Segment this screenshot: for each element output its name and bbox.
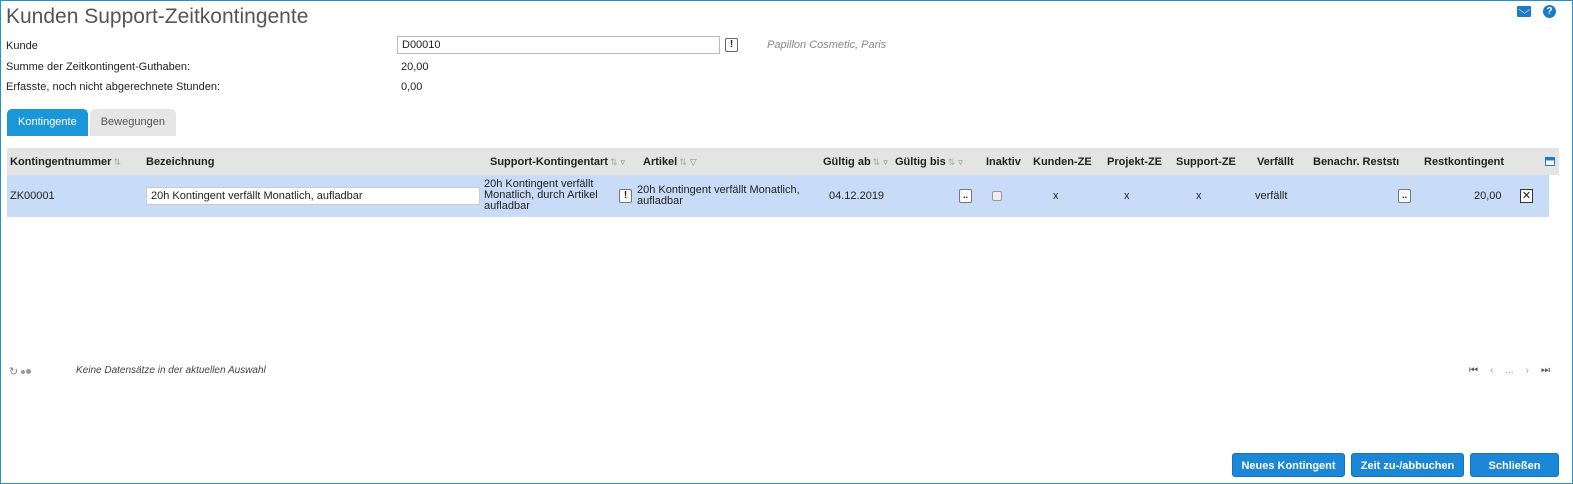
- column-label: Benachr. Reststı: [1313, 156, 1400, 168]
- erfasste-value: 0,00: [401, 81, 423, 93]
- bezeichnung-input[interactable]: [146, 187, 480, 205]
- kontingentart-lookup-button[interactable]: !: [619, 189, 632, 203]
- column-header-gueltig-ab[interactable]: Gültig ab ⇅ ▿: [823, 156, 888, 168]
- column-label: Gültig bis: [895, 156, 946, 168]
- grid-footer-tools: ↻: [9, 365, 32, 378]
- cell-verfaellt: verfällt: [1255, 190, 1288, 202]
- tab-bar: Kontingente Bewegungen: [7, 109, 176, 136]
- close-button[interactable]: Schließen: [1470, 453, 1559, 477]
- kunde-name: Papillon Cosmetic, Paris: [767, 39, 887, 51]
- sort-icon[interactable]: ⇅: [610, 157, 618, 167]
- column-header-restkontingent[interactable]: Restkontingent: [1424, 156, 1504, 168]
- kunde-lookup-button[interactable]: !: [725, 38, 738, 52]
- prev-page-icon[interactable]: ‹: [1490, 365, 1493, 376]
- tab-bewegungen[interactable]: Bewegungen: [89, 109, 176, 136]
- first-page-icon[interactable]: ⏮: [1469, 365, 1478, 376]
- kunde-input[interactable]: [397, 36, 720, 54]
- sort-icon[interactable]: ⇅: [113, 157, 121, 167]
- new-kontingent-button[interactable]: Neues Kontingent: [1232, 453, 1345, 477]
- column-header-kunden-ze[interactable]: Kunden-ZE: [1033, 156, 1092, 168]
- help-icon[interactable]: ?: [1543, 5, 1556, 18]
- window-frame: Kunden Support-Zeitkontingente ? Kunde !…: [0, 0, 1573, 484]
- column-label: Kontingentnummer: [10, 156, 112, 168]
- column-header-inaktiv[interactable]: Inaktiv: [986, 156, 1021, 168]
- column-label: Kunden-ZE: [1033, 156, 1092, 168]
- page-ellipsis: ...: [1505, 365, 1514, 376]
- pager: ⏮ ‹ ... › ⏭: [1469, 365, 1550, 376]
- filter-icon[interactable]: ▽: [690, 157, 697, 167]
- column-header-benachr-reststd[interactable]: Benachr. Reststı: [1313, 156, 1399, 168]
- cell-kontingentnummer: ZK00001: [10, 190, 55, 202]
- table-row[interactable]: ZK00001 20h Kontingent verfällt Monatlic…: [7, 175, 1549, 217]
- column-header-support-kontingentart[interactable]: Support-Kontingentart ⇅ ▿: [490, 156, 625, 168]
- column-label: Verfällt: [1257, 156, 1294, 168]
- column-chooser-icon[interactable]: [1545, 157, 1555, 166]
- page-title: Kunden Support-Zeitkontingente: [6, 5, 309, 28]
- cell-support-ze: x: [1196, 190, 1202, 202]
- summe-value: 20,00: [401, 61, 429, 73]
- filter-icon[interactable]: ▿: [958, 157, 963, 167]
- sort-icon[interactable]: ⇅: [873, 157, 881, 167]
- column-header-projekt-ze[interactable]: Projekt-ZE: [1107, 156, 1162, 168]
- cell-projekt-ze: x: [1124, 190, 1130, 202]
- last-page-icon[interactable]: ⏭: [1541, 365, 1550, 376]
- delete-row-button[interactable]: ✕: [1520, 189, 1533, 203]
- erfasste-label: Erfasste, noch nicht abgerechnete Stunde…: [6, 81, 221, 93]
- zeit-buchen-button[interactable]: Zeit zu-/abbuchen: [1351, 453, 1464, 477]
- cell-support-kontingentart: 20h Kontingent verfällt Monatlich, durch…: [484, 178, 598, 212]
- cell-artikel: 20h Kontingent verfällt Monatlich, aufla…: [637, 184, 800, 207]
- column-header-support-ze[interactable]: Support-ZE: [1176, 156, 1236, 168]
- cell-gueltig-ab: 04.12.2019: [829, 190, 885, 202]
- column-label: Support-ZE: [1176, 156, 1236, 168]
- column-label: Support-Kontingentart: [490, 156, 608, 168]
- sort-icon[interactable]: ⇅: [948, 157, 956, 167]
- filter-icon[interactable]: ▿: [883, 157, 888, 167]
- benachr-reststd-button[interactable]: ..: [1398, 189, 1411, 203]
- column-label: Restkontingent: [1424, 156, 1505, 168]
- filter-icon[interactable]: ▿: [620, 157, 625, 167]
- kunde-label: Kunde: [6, 40, 38, 52]
- column-label: Inaktiv: [986, 156, 1021, 168]
- column-header-bezeichnung[interactable]: Bezeichnung: [146, 156, 214, 168]
- gueltig-bis-picker-button[interactable]: ..: [959, 189, 972, 203]
- empty-selection-message: Keine Datensätze in der aktuellen Auswah…: [76, 365, 266, 376]
- column-header-verfaellt[interactable]: Verfällt: [1257, 156, 1294, 168]
- top-toolbar: ?: [1517, 5, 1556, 18]
- column-header-gueltig-bis[interactable]: Gültig bis ⇅ ▿: [895, 156, 963, 168]
- summe-label: Summe der Zeitkontingent-Guthaben:: [6, 61, 191, 73]
- column-label: Bezeichnung: [146, 156, 215, 168]
- table-header: Kontingentnummer ⇅ Bezeichnung Support-Ko…: [7, 148, 1559, 175]
- sort-icon[interactable]: ⇅: [679, 157, 687, 167]
- tab-kontingente[interactable]: Kontingente: [7, 109, 88, 136]
- column-label: Artikel: [643, 156, 678, 168]
- refresh-icon[interactable]: ↻: [9, 365, 18, 378]
- inaktiv-checkbox[interactable]: [992, 191, 1002, 201]
- cell-restkontingent: 20,00: [1474, 190, 1502, 202]
- column-label: Projekt-ZE: [1107, 156, 1163, 168]
- column-label: Gültig ab: [823, 156, 871, 168]
- settings-dots-icon[interactable]: [21, 369, 32, 374]
- column-header-kontingentnummer[interactable]: Kontingentnummer ⇅: [10, 156, 121, 168]
- cell-kunden-ze: x: [1053, 190, 1059, 202]
- column-header-artikel[interactable]: Artikel ⇅ ▽: [643, 156, 697, 168]
- mail-icon[interactable]: [1517, 6, 1531, 17]
- next-page-icon[interactable]: ›: [1526, 365, 1529, 376]
